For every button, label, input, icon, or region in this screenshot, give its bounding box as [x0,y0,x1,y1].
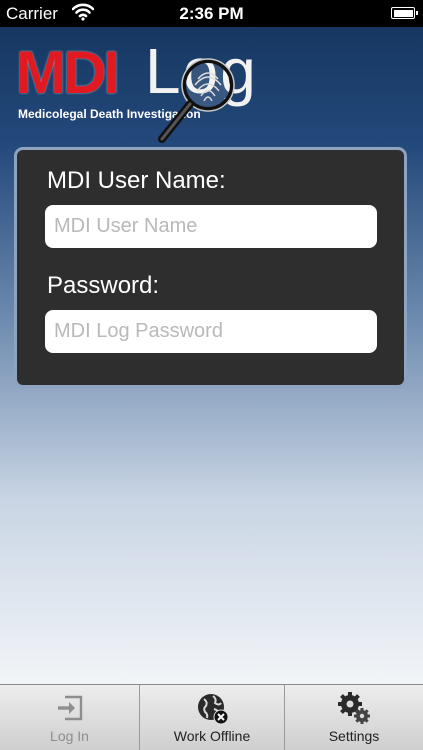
username-input[interactable] [45,205,377,248]
login-panel: MDI User Name: Password: [14,147,407,388]
password-label: Password: [47,272,160,299]
tab-bar: Log In Work Offline Settings [0,684,423,750]
battery-icon [391,7,418,19]
status-bar: Carrier 2:36 PM [0,0,423,27]
main-screen: MDI Log Medicolegal Death Investigation … [0,27,423,684]
login-arrow-icon [57,695,82,721]
app-logo: MDI Log Medicolegal Death Investigation [14,39,274,143]
login-tab[interactable]: Log In [0,685,139,750]
battery-fill [393,9,413,17]
magnifier-fingerprint-icon [158,58,235,143]
login-tab-label: Log In [50,728,89,744]
password-input[interactable] [45,310,377,353]
gears-icon [338,692,370,724]
work-offline-tab-label: Work Offline [173,728,251,744]
work-offline-tab[interactable]: Work Offline [139,685,284,750]
settings-tab[interactable]: Settings [284,685,423,750]
logo-mdi-text: MDI [16,39,120,106]
globe-offline-icon [198,694,229,725]
settings-tab-label: Settings [328,728,380,744]
username-label: MDI User Name: [47,167,226,194]
status-time: 2:36 PM [179,4,244,23]
